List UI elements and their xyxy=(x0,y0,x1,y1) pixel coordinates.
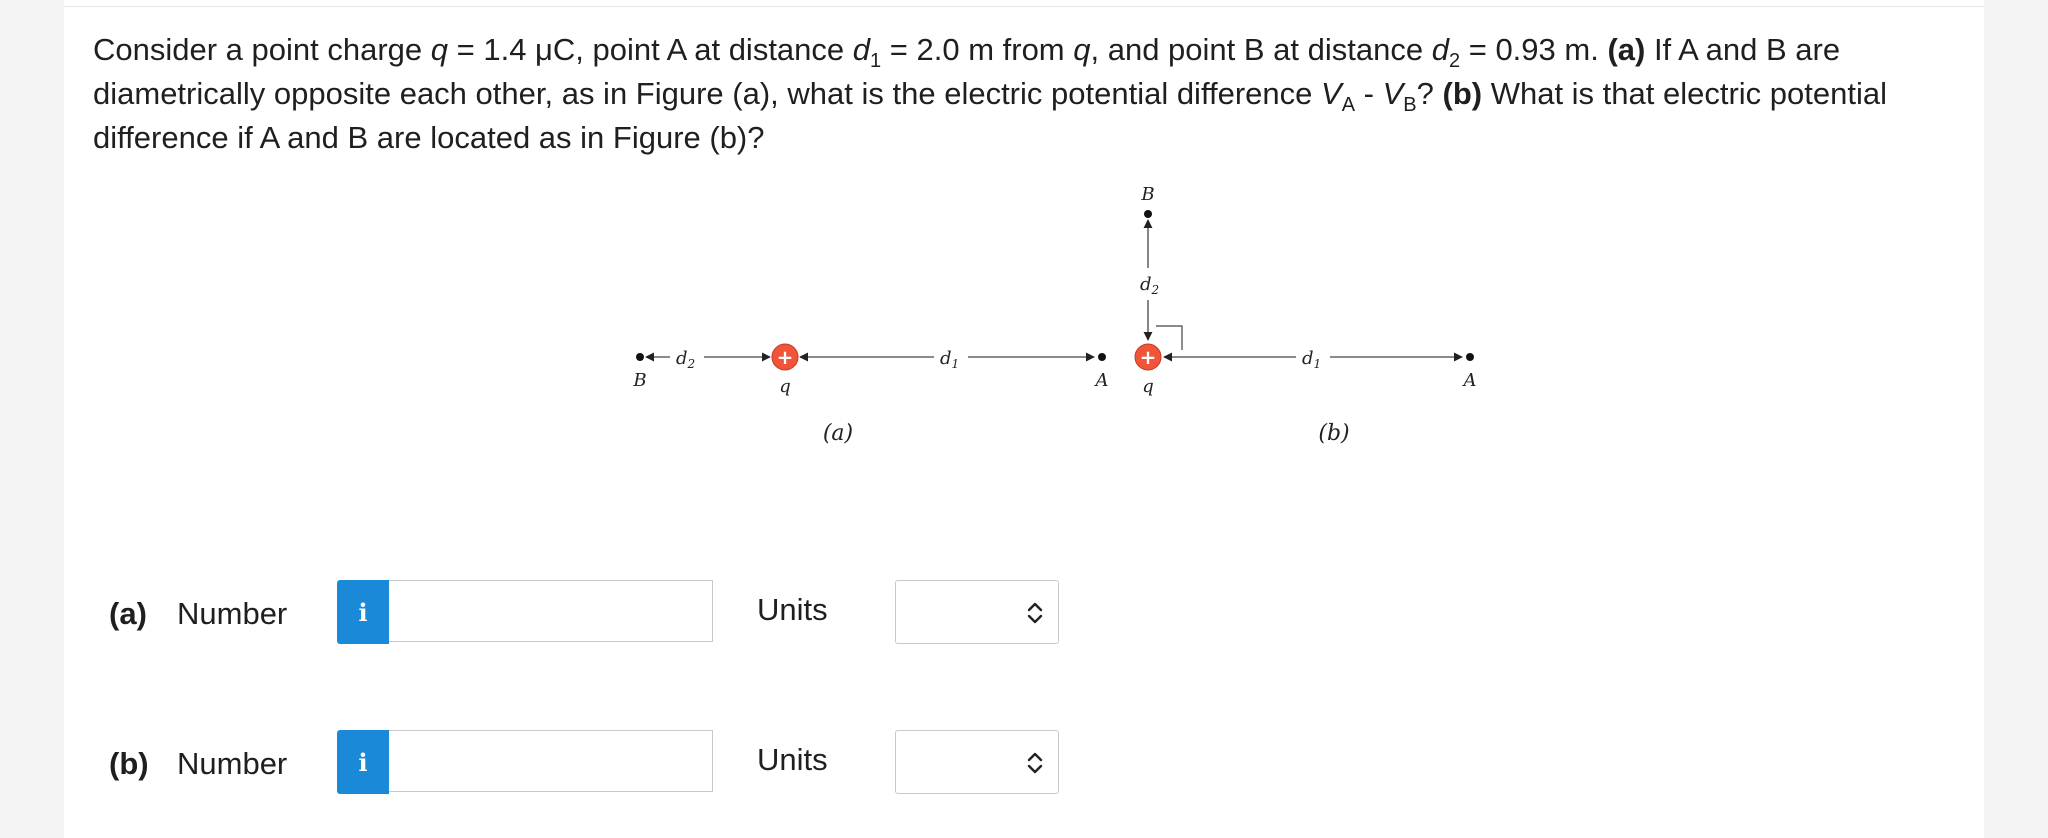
number-label: Number xyxy=(177,596,288,631)
part-b-label: (b) xyxy=(109,746,149,781)
fig-a-label-B: B xyxy=(632,370,646,391)
units-select-b[interactable] xyxy=(895,730,1059,794)
chevron-updown-icon xyxy=(1027,602,1043,624)
chevron-updown-icon xyxy=(1027,752,1043,774)
fig-b-label-B: B xyxy=(1140,184,1154,205)
fig-a-d2-label: d2 xyxy=(676,348,695,371)
fig-b-d2-label: d2 xyxy=(1140,274,1159,297)
fig-b-caption: (b) xyxy=(1318,421,1349,446)
number-label: Number xyxy=(177,746,288,781)
info-icon[interactable]: i xyxy=(337,580,389,644)
question-panel: Consider a point charge q = 1.4 μC, poin… xyxy=(64,0,1984,838)
number-input-b[interactable] xyxy=(389,730,713,792)
fig-a-label-q: q xyxy=(779,376,791,397)
figure-a: d2 + d1 B q A (a) xyxy=(632,343,1109,446)
fig-a-d1-label: d1 xyxy=(940,348,959,371)
fig-b-label-q: q xyxy=(1142,376,1154,397)
point-a-dot-b xyxy=(1466,353,1474,361)
point-b-dot-b xyxy=(1144,210,1152,218)
fig-b-d1-label: d1 xyxy=(1302,348,1321,371)
part-a-label: (a) xyxy=(109,596,147,631)
figure-b: B d2 + d1 q A (b) xyxy=(1134,184,1477,446)
svg-text:+: + xyxy=(777,345,794,369)
fig-a-label-A: A xyxy=(1094,370,1109,391)
fig-b-label-A: A xyxy=(1462,370,1477,391)
units-label: Units xyxy=(757,592,828,627)
answer-row-a: (a) Number i Units xyxy=(109,578,1109,648)
units-select-a[interactable] xyxy=(895,580,1059,644)
point-a-dot xyxy=(1098,353,1106,361)
point-b-dot xyxy=(636,353,644,361)
units-label: Units xyxy=(757,742,828,777)
fig-a-caption: (a) xyxy=(823,421,853,446)
answer-row-b: (b) Number i Units xyxy=(109,728,1109,798)
info-icon[interactable]: i xyxy=(337,730,389,794)
svg-text:+: + xyxy=(1140,345,1157,369)
physics-figure: d2 + d1 B q A (a) B d2 + d1 q A (b) xyxy=(64,0,1984,560)
number-input-a[interactable] xyxy=(389,580,713,642)
